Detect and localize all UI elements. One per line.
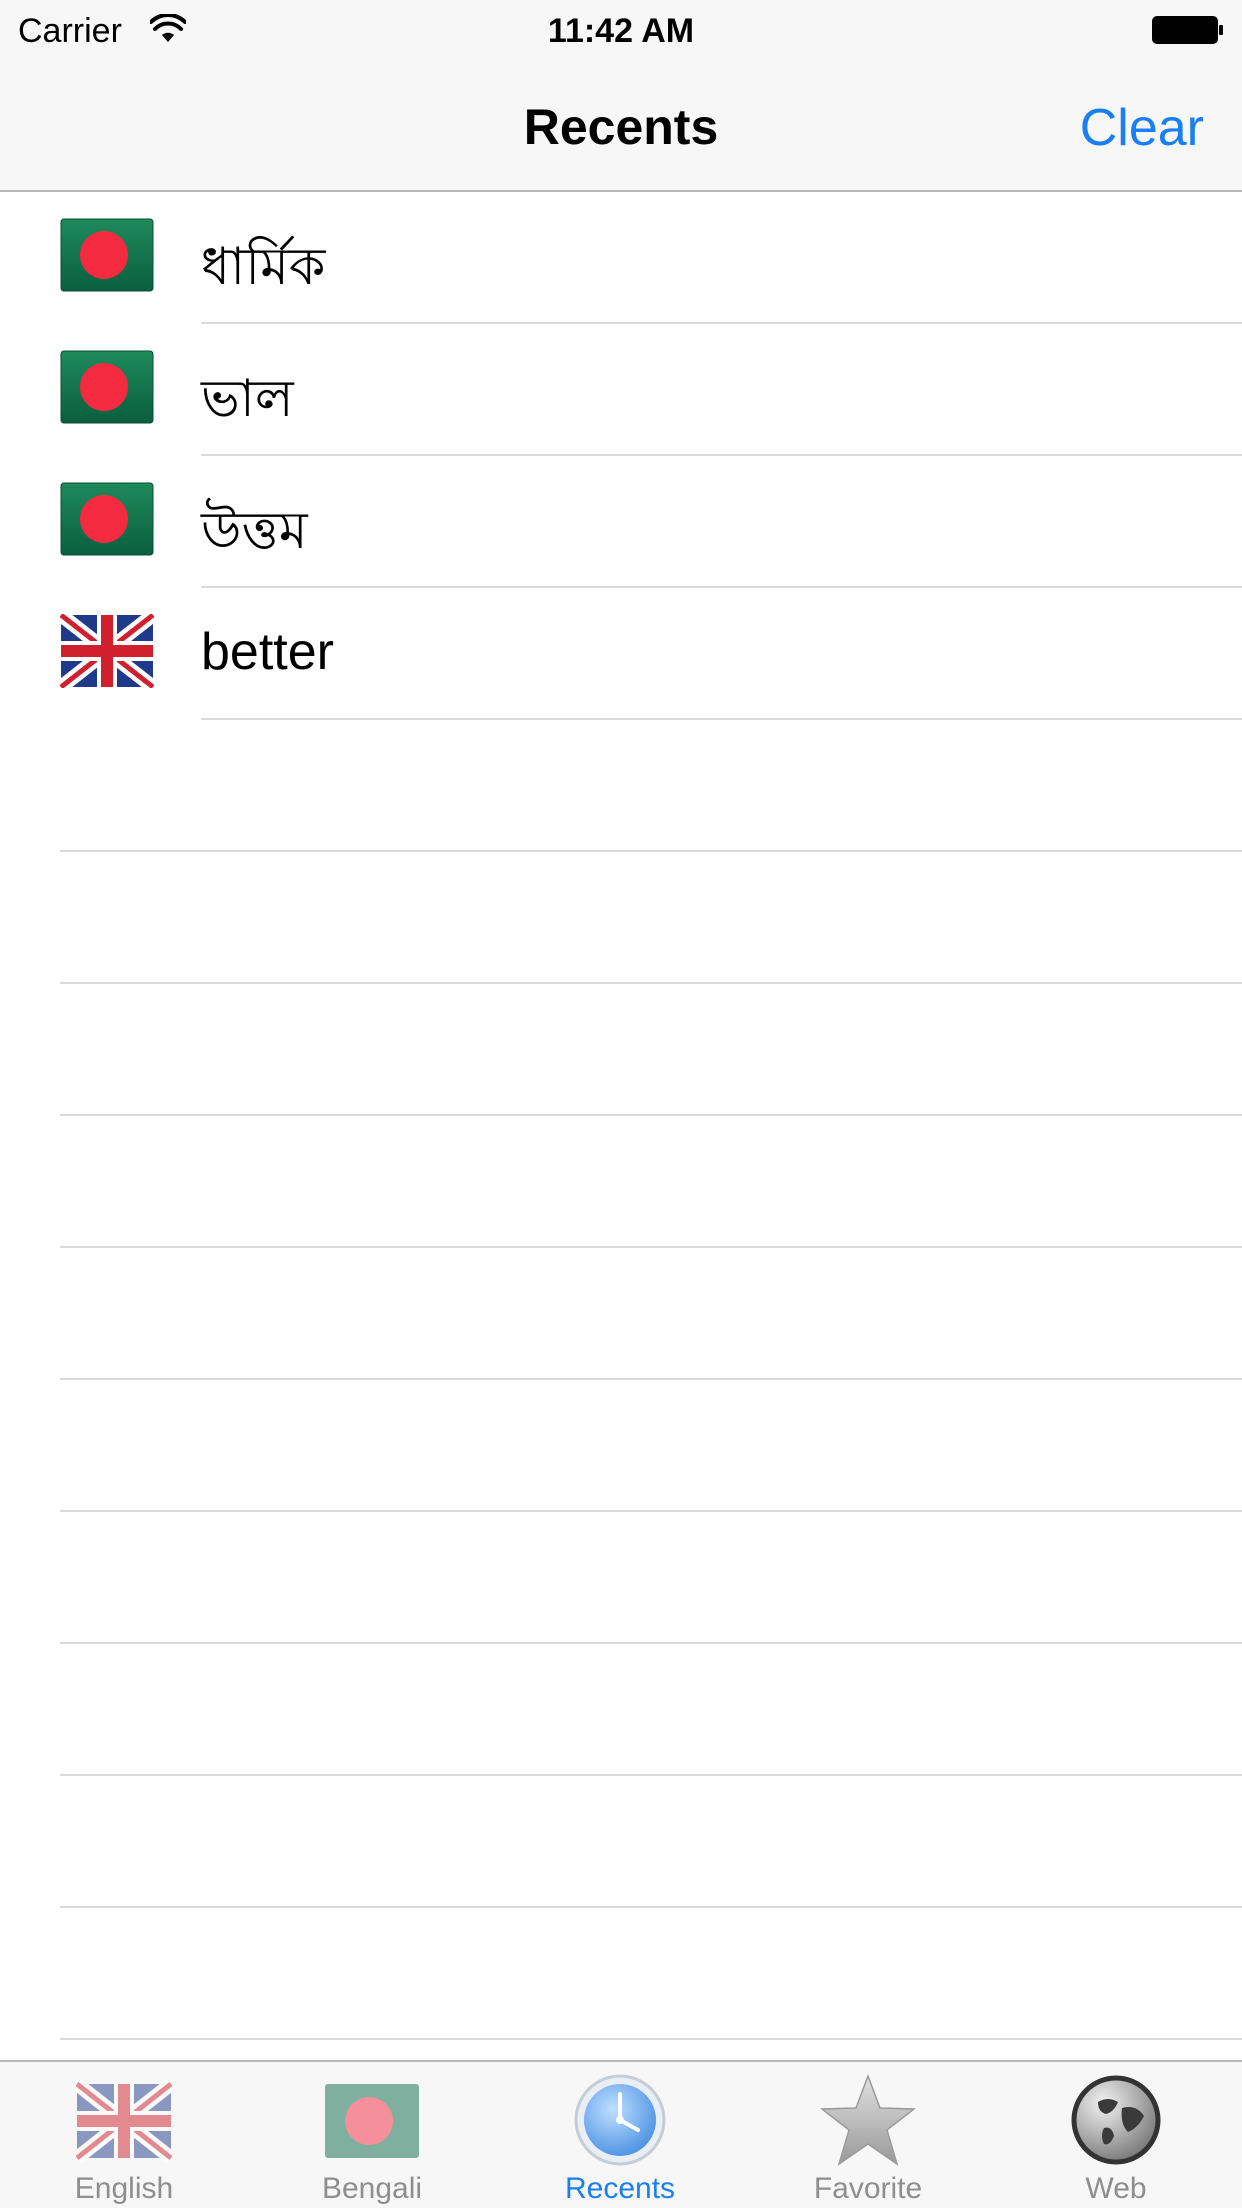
- recent-word: উত্তম: [201, 502, 308, 560]
- bangladesh-flag-icon: [325, 2084, 419, 2158]
- tab-favorite[interactable]: Favorite: [744, 2062, 992, 2208]
- list-item[interactable]: ধার্মিক: [0, 192, 1242, 324]
- empty-row-divider: [60, 982, 1242, 984]
- empty-row-divider: [60, 1906, 1242, 1908]
- empty-row-divider: [60, 1642, 1242, 1644]
- status-bar: Carrier 11:42 AM: [0, 0, 1242, 62]
- tab-english[interactable]: English: [0, 2062, 248, 2208]
- recent-word: ভাল: [201, 370, 294, 428]
- status-time: 11:42 AM: [547, 12, 695, 50]
- uk-flag-icon: [76, 2078, 172, 2164]
- tab-bengali[interactable]: Bengali: [248, 2062, 496, 2208]
- tab-label: Web: [1085, 2172, 1147, 2205]
- bangladesh-flag-icon: [60, 218, 154, 292]
- list-item[interactable]: ভাল: [0, 324, 1242, 456]
- tab-web[interactable]: Web: [992, 2062, 1240, 2208]
- tab-label: Recents: [564, 2172, 676, 2205]
- uk-flag-icon: [60, 614, 154, 688]
- star-icon: [820, 2073, 916, 2166]
- empty-row-divider: [60, 2038, 1242, 2040]
- empty-row-divider: [60, 850, 1242, 852]
- globe-icon: [1071, 2075, 1161, 2165]
- tab-recents[interactable]: Recents: [496, 2062, 744, 2208]
- navigation-bar: Recents Clear: [0, 62, 1242, 192]
- tab-label: Favorite: [813, 2172, 923, 2205]
- tab-label: Bengali: [321, 2172, 423, 2205]
- empty-row-divider: [60, 1114, 1242, 1116]
- empty-row-divider: [60, 1510, 1242, 1512]
- row-divider: [201, 718, 1242, 720]
- recent-word: better: [201, 623, 334, 681]
- empty-row-divider: [60, 1378, 1242, 1380]
- empty-row-divider: [60, 1246, 1242, 1248]
- page-title: Recents: [523, 99, 719, 155]
- list-item[interactable]: better: [0, 588, 1242, 720]
- battery-icon: [1152, 16, 1223, 44]
- clear-button[interactable]: Clear: [1080, 98, 1204, 158]
- recents-list: ধার্মিক ভাল উত্তম better: [0, 192, 1242, 2060]
- empty-row-divider: [60, 1774, 1242, 1776]
- tab-bar: English Bengali Recents Favorite Web: [0, 2060, 1242, 2208]
- bangladesh-flag-icon: [60, 482, 154, 556]
- tab-label: English: [74, 2172, 174, 2205]
- clock-icon: [574, 2074, 666, 2166]
- recent-word: ধার্মিক: [201, 238, 326, 296]
- list-item[interactable]: উত্তম: [0, 456, 1242, 588]
- bangladesh-flag-icon: [60, 350, 154, 424]
